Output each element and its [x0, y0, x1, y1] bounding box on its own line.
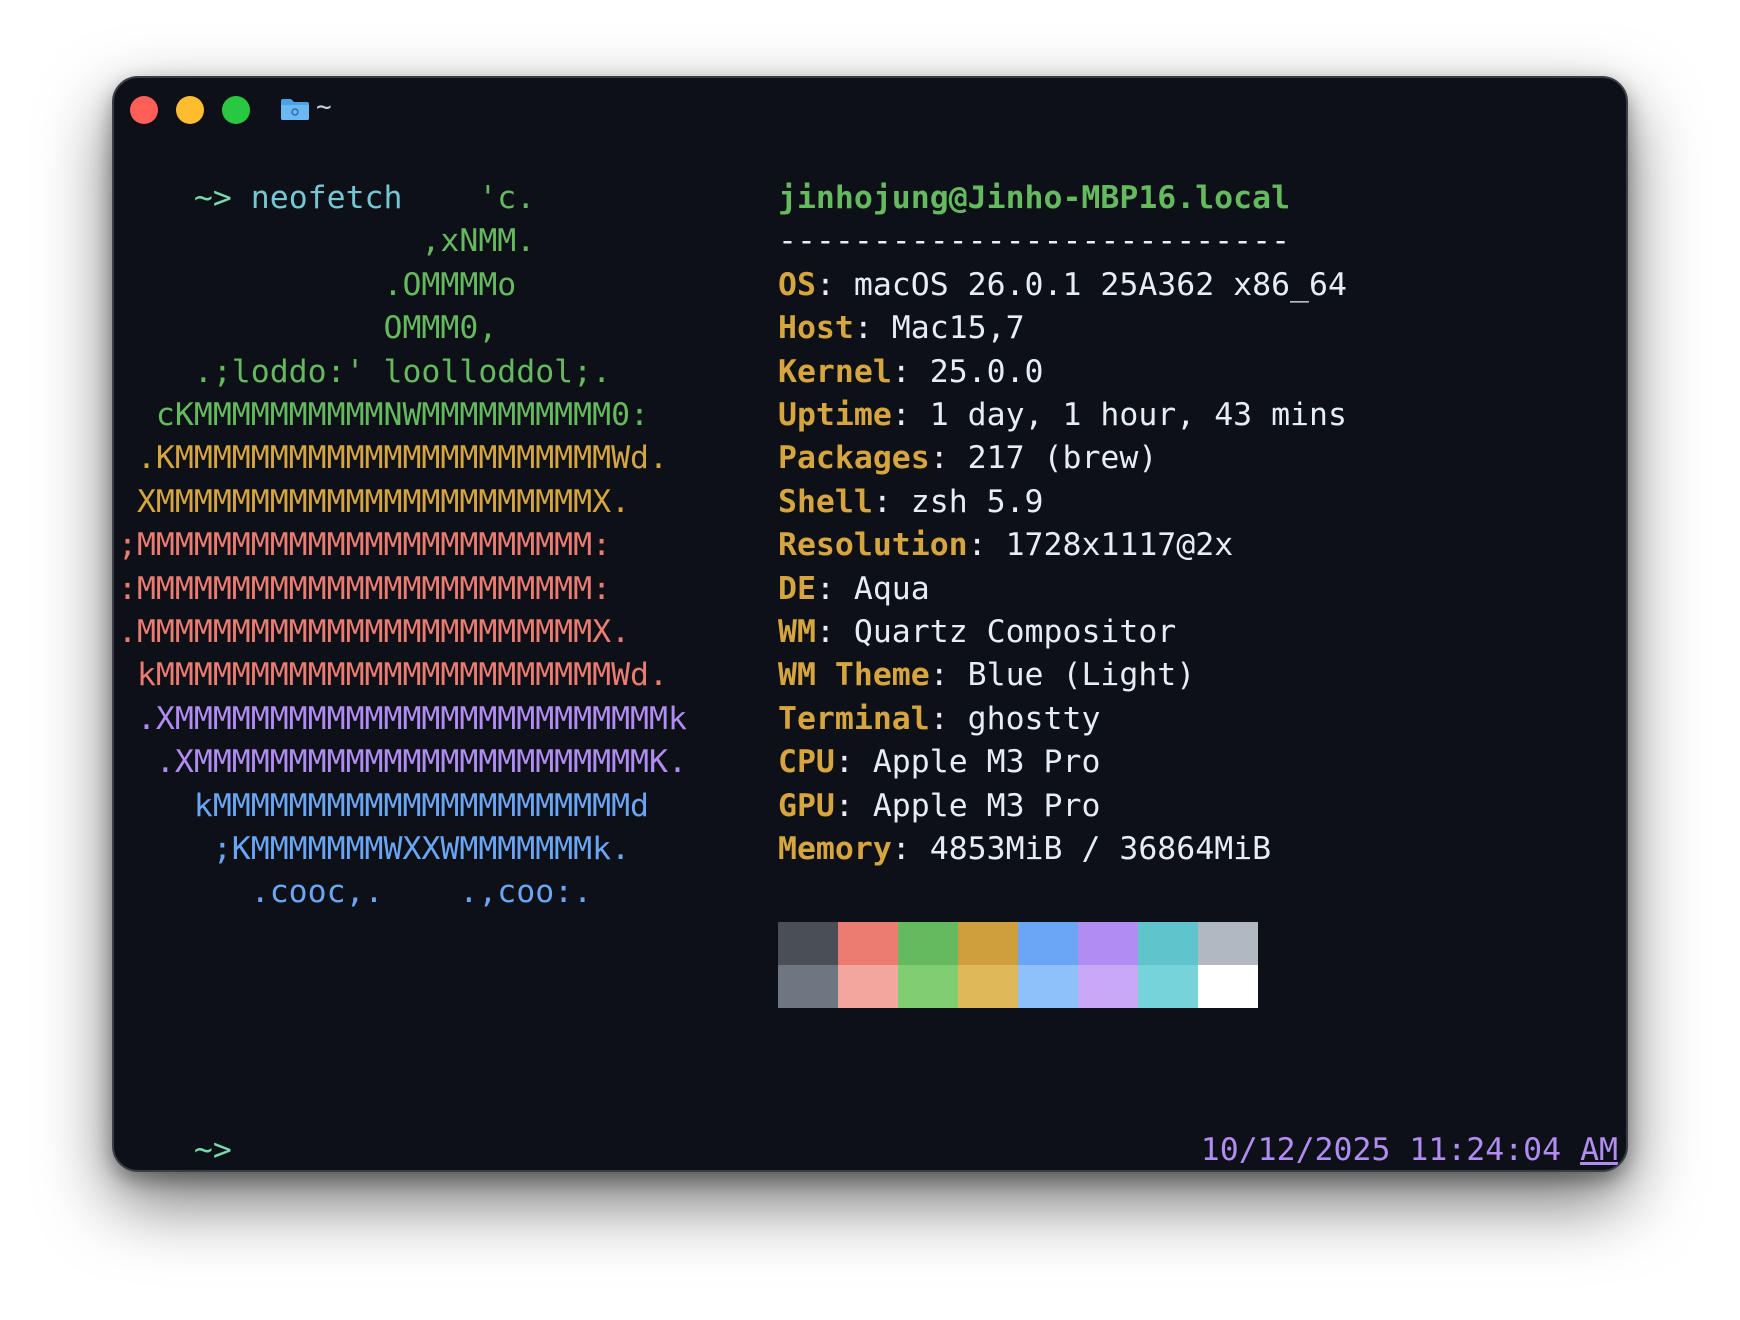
- info-key: OS: [778, 266, 816, 303]
- color-swatch: [778, 922, 838, 965]
- command-line: ~> neofetch: [118, 134, 403, 216]
- user-host-line: jinhojung@Jinho-MBP16.local: [778, 177, 1290, 220]
- color-swatch: [958, 965, 1018, 1008]
- info-key: Shell: [778, 483, 873, 520]
- color-swatch: [898, 922, 958, 965]
- logo-line: kMMMMMMMMMMMMMMMMMMMMMMd: [118, 787, 650, 824]
- color-swatch: [958, 922, 1018, 965]
- zoom-button[interactable]: [222, 96, 250, 124]
- clock: 10/12/2025 11:24:04 AM: [1125, 1086, 1618, 1168]
- info-value: 1728x1117@2x: [1005, 527, 1234, 564]
- color-swatch: [1018, 965, 1078, 1008]
- info-value: ghostty: [967, 700, 1101, 737]
- logo-line: .MMMMMMMMMMMMMMMMMMMMMMMMX.: [118, 614, 631, 650]
- info-row: Resolution: 1728x1117@2x: [778, 527, 1234, 564]
- info-key: CPU: [778, 744, 835, 781]
- info-row: Shell: zsh 5.9: [778, 483, 1044, 520]
- info-value: 1 day, 1 hour, 43 mins: [929, 397, 1347, 433]
- logo-line: cKMMMMMMMMMMNWMMMMMMMMMM0:: [118, 397, 650, 433]
- logo-line: OMMM0,: [118, 310, 498, 347]
- info-value: macOS 26.0.1 25A362 x86_64: [853, 266, 1347, 303]
- title-bar: ~: [114, 78, 1626, 142]
- info-key: Uptime: [778, 397, 892, 433]
- info-value: Mac15,7: [891, 310, 1025, 347]
- palette-row-bright: [778, 965, 1258, 1008]
- color-swatch: [838, 965, 898, 1008]
- info-row: Uptime: 1 day, 1 hour, 43 mins: [778, 397, 1347, 433]
- logo-line: .KMMMMMMMMMMMMMMMMMMMMMMMWd.: [118, 440, 668, 477]
- logo-line: kMMMMMMMMMMMMMMMMMMMMMMMMWd.: [118, 657, 668, 694]
- logo-line: ;KMMMMMMMWXXWMMMMMMMk.: [118, 831, 631, 867]
- logo-line: .OMMMMo: [118, 266, 517, 303]
- info-key: Packages: [778, 440, 930, 477]
- info-value: Apple M3 Pro: [872, 744, 1101, 781]
- palette-row-normal: [778, 922, 1258, 965]
- info-key: WM: [778, 614, 816, 650]
- info-key: WM Theme: [778, 657, 930, 694]
- info-row: Memory: 4853MiB / 36864MiB: [778, 831, 1272, 867]
- color-swatch: [838, 922, 898, 965]
- info-key: Host: [778, 310, 854, 347]
- color-swatch: [898, 965, 958, 1008]
- minimize-button[interactable]: [176, 96, 204, 124]
- info-row: WM Theme: Blue (Light): [778, 657, 1196, 694]
- logo-line: .cooc,. .,coo:.: [118, 874, 593, 911]
- logo-line: .XMMMMMMMMMMMMMMMMMMMMMMMMMMk: [118, 700, 687, 737]
- info-row: Packages: 217 (brew): [778, 440, 1158, 477]
- color-swatch: [1198, 922, 1258, 965]
- clock-ampm: AM: [1580, 1132, 1618, 1168]
- logo-line: ;MMMMMMMMMMMMMMMMMMMMMMMM:: [118, 527, 612, 564]
- info-row: GPU: Apple M3 Pro: [778, 787, 1101, 824]
- info-key: Memory: [778, 831, 892, 867]
- info-value: 25.0.0: [929, 353, 1044, 390]
- info-row: Terminal: ghostty: [778, 700, 1101, 737]
- color-swatch: [1198, 965, 1258, 1008]
- info-row: DE: Aqua: [778, 570, 930, 607]
- color-swatch: [1138, 965, 1198, 1008]
- info-value: 4853MiB / 36864MiB: [929, 831, 1272, 867]
- info-row: WM: Quartz Compositor: [778, 614, 1177, 650]
- logo-line: ,xNMM.: [118, 223, 536, 260]
- info-key: Terminal: [778, 700, 930, 737]
- info-row: CPU: Apple M3 Pro: [778, 744, 1101, 781]
- footer-prompt: ~>: [193, 1132, 232, 1168]
- info-value: 217 (brew): [967, 440, 1158, 477]
- user-host: jinhojung@Jinho-MBP16.local: [778, 180, 1291, 216]
- logo-line: 'c.: [118, 180, 536, 216]
- color-swatch: [1138, 922, 1198, 965]
- separator: ---------------------------: [778, 223, 1291, 260]
- terminal-window[interactable]: ~ ~> neofetch 'c. ,xNMM. .OMMMMo OMMM0, …: [112, 76, 1628, 1172]
- info-row: Kernel: 25.0.0: [778, 353, 1044, 390]
- info-value: Quartz Compositor: [853, 614, 1177, 650]
- info-value: Aqua: [853, 570, 930, 607]
- separator-line: ---------------------------: [778, 220, 1290, 263]
- logo-line: .;loddo:' loolloddol;.: [118, 353, 612, 390]
- info-key: GPU: [778, 787, 835, 824]
- color-swatch: [1078, 965, 1138, 1008]
- close-button[interactable]: [130, 96, 158, 124]
- info-value: Apple M3 Pro: [872, 787, 1101, 824]
- color-swatch: [1078, 922, 1138, 965]
- clock-datetime: 10/12/2025 11:24:04: [1200, 1132, 1562, 1168]
- info-value: zsh 5.9: [910, 483, 1044, 520]
- footer-line[interactable]: ~>: [118, 1086, 232, 1168]
- logo-line: :MMMMMMMMMMMMMMMMMMMMMMMM:: [118, 570, 612, 607]
- info-value: Blue (Light): [967, 657, 1196, 694]
- info-key: DE: [778, 570, 816, 607]
- info-row: OS: macOS 26.0.1 25A362 x86_64: [778, 266, 1347, 303]
- color-swatch: [1018, 922, 1078, 965]
- info-row: Host: Mac15,7: [778, 310, 1025, 347]
- logo-line: XMMMMMMMMMMMMMMMMMMMMMMMX.: [118, 483, 631, 520]
- info-key: Kernel: [778, 353, 892, 390]
- color-swatch: [778, 965, 838, 1008]
- info-key: Resolution: [778, 527, 968, 564]
- logo-line: .XMMMMMMMMMMMMMMMMMMMMMMMMK.: [118, 744, 687, 781]
- window-title: ~: [316, 92, 332, 122]
- folder-icon: [281, 99, 309, 120]
